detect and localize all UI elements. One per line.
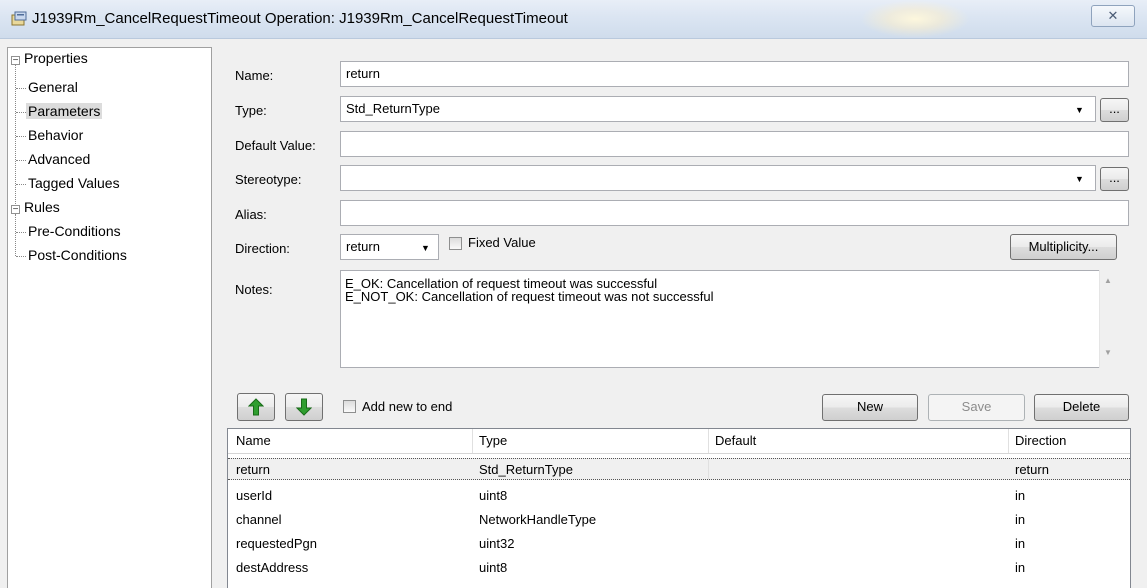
tree-line xyxy=(16,112,26,113)
tree-node-pre-conditions[interactable]: Pre-Conditions xyxy=(28,223,121,239)
cell-name: return xyxy=(236,462,270,477)
type-value: Std_ReturnType xyxy=(346,101,440,116)
table-row[interactable]: return Std_ReturnType return xyxy=(228,458,1130,480)
title-bar: J1939Rm_CancelRequestTimeout Operation: … xyxy=(0,0,1147,39)
table-row[interactable]: requestedPgn uint32 in xyxy=(228,533,1130,555)
tree-node-rules[interactable]: Rules xyxy=(24,199,60,215)
column-header-type[interactable]: Type xyxy=(479,433,507,448)
cell-type: uint8 xyxy=(479,488,508,503)
notes-label: Notes: xyxy=(235,282,273,297)
arrow-up-icon xyxy=(247,398,265,416)
cell-name: userId xyxy=(236,488,273,503)
fixed-value-label: Fixed Value xyxy=(468,235,536,250)
tree-line xyxy=(15,214,16,256)
alias-input[interactable] xyxy=(340,200,1129,226)
delete-button[interactable]: Delete xyxy=(1034,394,1129,421)
stereotype-dropdown-arrow-icon[interactable]: ▼ xyxy=(1075,174,1084,184)
tree-line xyxy=(16,256,26,257)
column-header-name[interactable]: Name xyxy=(236,433,271,448)
tree-line xyxy=(16,232,26,233)
new-button[interactable]: New xyxy=(822,394,918,421)
tree-node-advanced[interactable]: Advanced xyxy=(28,151,90,167)
column-header-default[interactable]: Default xyxy=(715,433,756,448)
stereotype-label: Stereotype: xyxy=(235,172,302,187)
tree-node-parameters[interactable]: Parameters xyxy=(26,103,103,119)
parameters-table: Name Type Default Direction return Std_R… xyxy=(227,428,1131,588)
cell-direction: in xyxy=(1015,512,1026,527)
column-divider xyxy=(708,459,709,479)
column-header-direction[interactable]: Direction xyxy=(1015,433,1066,448)
table-row[interactable]: channel NetworkHandleType in xyxy=(228,509,1130,531)
column-divider xyxy=(1008,429,1009,453)
direction-dropdown-arrow-icon[interactable]: ▼ xyxy=(421,243,430,253)
cell-name: destAddress xyxy=(236,560,309,575)
cell-direction: in xyxy=(1015,536,1026,551)
cell-direction: in xyxy=(1015,560,1026,575)
default-value-label: Default Value: xyxy=(235,138,316,153)
collapse-rules-icon[interactable]: − xyxy=(11,205,20,215)
fixed-value-checkbox[interactable] xyxy=(449,237,462,250)
move-down-button[interactable] xyxy=(285,393,323,421)
save-button[interactable]: Save xyxy=(928,394,1025,421)
title-glow xyxy=(860,0,970,38)
type-label: Type: xyxy=(235,103,267,118)
cell-name: requestedPgn xyxy=(236,536,317,551)
tree-node-post-conditions[interactable]: Post-Conditions xyxy=(28,247,127,263)
cell-direction: return xyxy=(1015,462,1049,477)
move-up-button[interactable] xyxy=(237,393,275,421)
type-dropdown-arrow-icon[interactable]: ▼ xyxy=(1075,105,1084,115)
cell-type: NetworkHandleType xyxy=(479,512,597,527)
add-new-to-end-label: Add new to end xyxy=(362,399,453,414)
tree-line xyxy=(16,160,26,161)
tree-node-tagged-values[interactable]: Tagged Values xyxy=(28,175,120,191)
arrow-down-icon xyxy=(295,398,313,416)
tree-node-properties[interactable]: Properties xyxy=(24,50,88,66)
tree-line xyxy=(16,184,26,185)
name-input[interactable]: return xyxy=(340,61,1129,87)
notes-line: E_NOT_OK: Cancellation of request timeou… xyxy=(345,289,714,304)
cell-type: uint32 xyxy=(479,536,515,551)
notes-scrollbar[interactable]: ▲ ▼ xyxy=(1099,270,1117,368)
operation-icon xyxy=(11,11,27,26)
tree-line xyxy=(16,88,26,89)
name-label: Name: xyxy=(235,68,274,83)
stereotype-select[interactable] xyxy=(340,165,1096,191)
column-divider xyxy=(472,429,473,453)
default-value-input[interactable] xyxy=(340,131,1129,157)
close-button[interactable]: ✕ xyxy=(1091,5,1135,27)
cell-direction: in xyxy=(1015,488,1026,503)
type-browse-button[interactable]: ... xyxy=(1100,98,1129,122)
window-title: J1939Rm_CancelRequestTimeout Operation: … xyxy=(32,10,568,27)
tree-node-behavior[interactable]: Behavior xyxy=(28,127,83,143)
collapse-properties-icon[interactable]: − xyxy=(11,56,20,66)
cell-type: Std_ReturnType xyxy=(479,462,573,477)
stereotype-browse-button[interactable]: ... xyxy=(1100,167,1129,191)
column-divider xyxy=(708,429,709,453)
navigation-tree: − Properties General Parameters Behavior… xyxy=(7,47,212,588)
table-row[interactable]: userId uint8 in xyxy=(228,485,1130,507)
tree-line xyxy=(16,136,26,137)
tree-node-general[interactable]: General xyxy=(28,79,78,95)
notes-textarea[interactable]: E_OK: Cancellation of request timeout wa… xyxy=(340,270,1117,368)
table-header: Name Type Default Direction xyxy=(228,429,1130,454)
direction-value: return xyxy=(346,239,380,254)
scroll-down-arrow-icon[interactable]: ▼ xyxy=(1104,348,1112,357)
add-new-to-end-checkbox[interactable] xyxy=(343,400,356,413)
scroll-up-arrow-icon[interactable]: ▲ xyxy=(1104,276,1112,285)
direction-label: Direction: xyxy=(235,241,290,256)
multiplicity-button[interactable]: Multiplicity... xyxy=(1010,234,1117,260)
alias-label: Alias: xyxy=(235,207,267,222)
type-select[interactable]: Std_ReturnType xyxy=(340,96,1096,122)
cell-name: channel xyxy=(236,512,282,527)
table-row[interactable]: destAddress uint8 in xyxy=(228,557,1130,579)
cell-type: uint8 xyxy=(479,560,508,575)
